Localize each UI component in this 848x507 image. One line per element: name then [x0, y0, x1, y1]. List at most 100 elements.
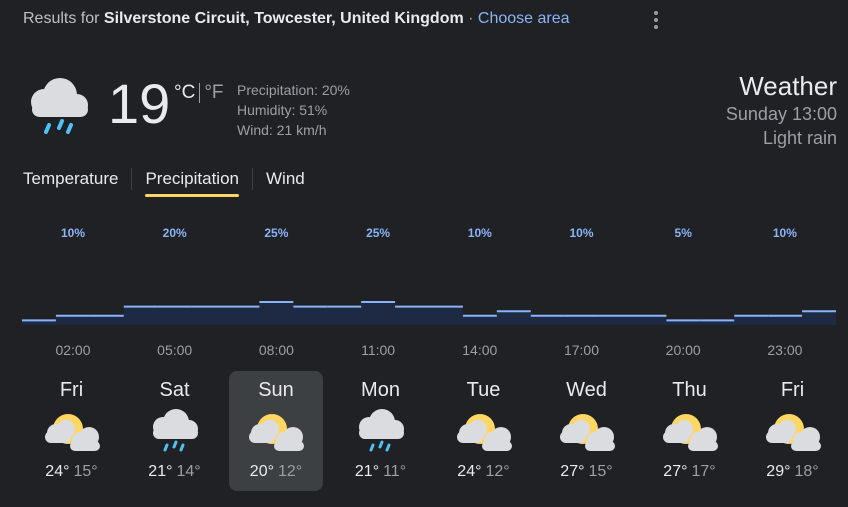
precipitation-value-label: 20% [163, 226, 187, 240]
fahrenheit-toggle[interactable]: °F [204, 82, 223, 104]
precipitation-bar [192, 306, 225, 325]
day-temperatures: 20° 12° [229, 463, 323, 481]
rain-cloud-icon [145, 407, 205, 455]
unit-divider [199, 83, 201, 103]
day-temperatures: 21° 11° [329, 463, 432, 481]
wind-text: Wind: 21 km/h [237, 122, 327, 138]
high-temperature: 27° [560, 463, 585, 480]
low-temperature: 14° [176, 463, 201, 480]
high-temperature: 24° [457, 463, 482, 480]
forecast-day-tue[interactable]: Tue 24° 12° [432, 371, 535, 491]
sun-cloud-icon [660, 407, 720, 455]
precipitation-value-label: 25% [366, 226, 390, 240]
low-temperature: 12° [278, 463, 303, 480]
sun-cloud-icon [454, 407, 514, 455]
results-prefix: Results for [23, 10, 100, 27]
high-temperature: 24° [45, 463, 70, 480]
day-temperatures: 27° 15° [535, 463, 638, 481]
precipitation-bar [497, 311, 531, 325]
forecast-day-mon[interactable]: Mon 21° 11° [329, 371, 432, 491]
forecast-day-sun[interactable]: Sun 20° 12° [229, 371, 323, 491]
day-name: Thu [672, 379, 707, 401]
sun-cloud-icon [246, 407, 306, 455]
precipitation-value-label: 10% [468, 226, 492, 240]
precipitation-bar [259, 302, 293, 325]
unit-toggle: °C °F [174, 82, 224, 104]
summary-time: Sunday 13:00 [725, 104, 837, 124]
precipitation-value-label: 10% [569, 226, 593, 240]
location-name: Silverstone Circuit, Towcester, United K… [103, 10, 464, 27]
time-tick-label: 11:00 [361, 342, 395, 358]
precipitation-value-label: 10% [61, 226, 85, 240]
precipitation-bar [56, 315, 90, 325]
precipitation-bar [429, 306, 463, 325]
tab-temperature[interactable]: Temperature [23, 166, 118, 197]
day-temperatures: 24° 12° [432, 463, 535, 481]
rain-cloud-icon [24, 74, 94, 138]
precipitation-bar [734, 315, 768, 325]
precipitation-bar [293, 306, 327, 325]
tab-divider [252, 168, 253, 190]
day-name: Sat [159, 379, 190, 401]
results-location-line: Results for Silverstone Circuit, Towcest… [23, 10, 570, 28]
forecast-day-wed[interactable]: Wed 27° 15° [535, 371, 638, 491]
rain-cloud-icon [351, 407, 411, 455]
humidity-text: Humidity: 51% [237, 102, 328, 118]
precipitation-bar [463, 315, 497, 325]
precipitation-bar [361, 302, 395, 325]
precipitation-chart: 10% 02:00 20% 05:00 25% 08:00 25% 11:00 10% 14:00… [22, 226, 836, 358]
day-temperatures: 27° 17° [638, 463, 741, 481]
current-temperature: 19 [108, 72, 171, 135]
precipitation-value-label: 5% [675, 226, 693, 240]
high-temperature: 21° [148, 463, 173, 480]
sun-cloud-icon [42, 407, 102, 455]
precipitation-bar [395, 306, 429, 325]
sun-cloud-icon [557, 407, 617, 455]
day-name: Mon [361, 379, 400, 401]
time-tick-label: 05:00 [157, 342, 192, 358]
forecast-day-thu[interactable]: Thu 27° 17° [638, 371, 741, 491]
low-temperature: 17° [691, 463, 716, 480]
separator: · [468, 10, 474, 27]
weather-summary: Weather Sunday 13:00 Light rain [726, 70, 837, 150]
time-tick-label: 17:00 [564, 342, 599, 358]
forecast-day-fri[interactable]: Fri 29° 18° [741, 371, 844, 491]
time-tick-label: 02:00 [55, 342, 90, 358]
day-temperatures: 21° 14° [123, 463, 226, 481]
tab-wind[interactable]: Wind [266, 166, 305, 197]
forecast-day-sat[interactable]: Sat 21° 14° [123, 371, 226, 491]
low-temperature: 15° [588, 463, 613, 480]
day-name: Wed [566, 379, 607, 401]
sun-cloud-icon [763, 407, 823, 455]
choose-area-link[interactable]: Choose area [478, 10, 570, 27]
summary-condition: Light rain [762, 128, 837, 148]
precipitation-bar [90, 315, 124, 325]
low-temperature: 11° [383, 463, 407, 480]
celsius-toggle[interactable]: °C [174, 82, 195, 104]
more-options-icon[interactable] [648, 8, 664, 32]
precipitation-bar [633, 315, 666, 325]
high-temperature: 21° [354, 463, 380, 480]
precipitation-value-label: 10% [773, 226, 797, 240]
forecast-day-fri[interactable]: Fri 24° 15° [20, 371, 123, 491]
day-temperatures: 29° 18° [741, 463, 844, 481]
precipitation-bar [226, 306, 259, 325]
precipitation-bar [565, 315, 599, 325]
precipitation-bar [768, 315, 802, 325]
day-name: Fri [59, 379, 84, 401]
day-name: Fri [780, 379, 805, 401]
tab-divider [131, 168, 133, 190]
daily-forecast: Fri 24° 15° Sat 21° 14° Sun 20° 12° Mon 21° 11° Tue 2… [20, 371, 844, 491]
precipitation-value-label: 25% [264, 226, 288, 240]
tab-precipitation[interactable]: Precipitation [145, 166, 239, 197]
high-temperature: 27° [663, 463, 688, 480]
day-name: Sun [258, 379, 294, 401]
time-tick-label: 20:00 [666, 342, 701, 358]
precipitation-bar [124, 306, 158, 325]
precipitation-bar [599, 315, 632, 325]
precipitation-bar [327, 306, 361, 325]
time-tick-label: 23:00 [767, 342, 802, 358]
precipitation-bar [531, 315, 565, 325]
high-temperature: 20° [249, 463, 274, 480]
high-temperature: 29° [766, 463, 791, 480]
